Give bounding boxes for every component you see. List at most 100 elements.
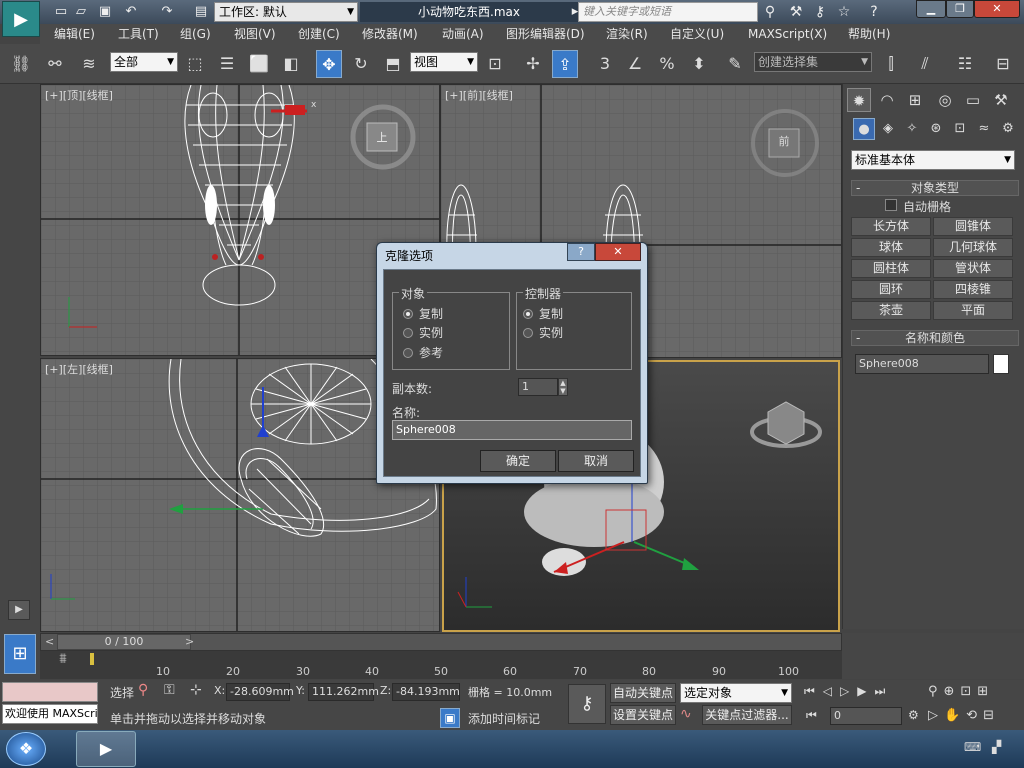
maxscript-input[interactable]: 欢迎使用 MAXScri <box>2 704 98 724</box>
trackbar[interactable]: ⩩ 10 20 30 40 50 60 70 80 90 100 <box>40 651 842 679</box>
search-input[interactable]: 键入关键字或短语 <box>578 2 758 22</box>
dialog-close-button[interactable]: ✕ <box>595 243 641 261</box>
dialog-help-button[interactable]: ? <box>567 243 595 261</box>
favorites-star-icon[interactable]: ☆ <box>834 3 854 21</box>
object-color-swatch[interactable] <box>993 354 1009 374</box>
menu-maxscript[interactable]: MAXScript(X) <box>748 24 827 44</box>
project-folder-icon[interactable]: ▤ <box>192 3 210 21</box>
geometry-icon[interactable]: ● <box>853 118 875 140</box>
key-icon[interactable]: ⚷ <box>810 3 830 21</box>
key-filters-button[interactable]: 关键点过滤器... <box>702 705 792 725</box>
utilities-tab-icon[interactable]: ⚒ <box>989 88 1013 112</box>
name-color-rollout[interactable]: - 名称和颜色 <box>851 330 1019 346</box>
shapes-icon[interactable]: ◈ <box>877 118 899 140</box>
close-button[interactable]: ✕ <box>974 0 1020 18</box>
menu-graph-editors[interactable]: 图形编辑器(D) <box>506 24 585 44</box>
keyboard-shortcut-override-icon[interactable]: ⇪ <box>552 50 578 78</box>
controller-instance-radio[interactable]: 实例 <box>523 324 563 342</box>
maxscript-listener-output[interactable] <box>2 682 98 702</box>
set-key-icon[interactable]: ⚷ <box>568 684 606 724</box>
key-mode-dropdown[interactable]: 选定对象 ▼ <box>680 683 792 703</box>
select-and-rotate-icon[interactable]: ↻ <box>348 50 374 78</box>
angle-snap-icon[interactable]: ∠ <box>622 50 648 78</box>
redo-icon[interactable]: ↷ <box>158 3 176 21</box>
viewcube-front-label[interactable]: 前 <box>776 133 792 149</box>
time-prev-icon[interactable]: < <box>45 634 54 650</box>
workspace-dropdown[interactable]: 工作区: 默认 ▼ <box>214 2 358 22</box>
named-selection-set-dropdown[interactable]: 创建选择集 ▼ <box>754 52 872 72</box>
unlink-icon[interactable]: ⚯ <box>42 50 68 78</box>
time-tag-icon[interactable]: ▣ <box>440 708 460 728</box>
snaps-toggle-icon[interactable]: 3 <box>592 50 618 78</box>
bind-space-warp-icon[interactable]: ≋ <box>76 50 102 78</box>
object-instance-radio[interactable]: 实例 <box>403 324 443 342</box>
display-tab-icon[interactable]: ▭ <box>961 88 985 112</box>
align-icon[interactable]: ⫽ <box>912 50 938 78</box>
save-icon[interactable]: ▣ <box>96 3 114 21</box>
pyramid-button[interactable]: 四棱锥 <box>933 280 1013 299</box>
category-dropdown[interactable]: 标准基本体 ▼ <box>851 150 1015 170</box>
new-file-icon[interactable]: ▭ <box>52 3 70 21</box>
menu-group[interactable]: 组(G) <box>180 24 211 44</box>
object-copy-radio[interactable]: 复制 <box>403 305 443 323</box>
controller-copy-radio[interactable]: 复制 <box>523 305 563 323</box>
spinner-snap-icon[interactable]: ⬍ <box>686 50 712 78</box>
z-coordinate-field[interactable]: -84.193mm <box>392 683 460 701</box>
taskbar-3dsmax-icon[interactable]: ▶ <box>76 731 136 767</box>
clone-name-field[interactable]: Sphere008 <box>392 420 632 440</box>
viewcube-top-label[interactable]: 上 <box>374 129 390 145</box>
expand-track-icon[interactable]: ▶ <box>8 600 30 620</box>
time-config-icon[interactable]: ⚙ <box>908 708 919 722</box>
pivot-center-icon[interactable]: ⊡ <box>482 50 508 78</box>
copies-spinner-icon[interactable]: ▲ ▼ <box>558 378 568 396</box>
select-and-scale-icon[interactable]: ⬒ <box>380 50 406 78</box>
maximize-button[interactable]: ❐ <box>946 0 974 18</box>
cylinder-button[interactable]: 圆柱体 <box>851 259 931 278</box>
autogrid-checkbox[interactable] <box>885 199 897 211</box>
communication-center-icon[interactable]: ⚒ <box>786 3 806 21</box>
systems-icon[interactable]: ⚙ <box>997 118 1019 140</box>
link-icon[interactable]: ⛓ <box>8 50 34 78</box>
viewport-nav-bottom-icons[interactable]: ▷✋⟲⊟ <box>928 708 1000 723</box>
rectangular-selection-icon[interactable]: ⬜ <box>246 50 272 78</box>
sphere-button[interactable]: 球体 <box>851 238 931 257</box>
y-coordinate-field[interactable]: 111.262mm <box>308 683 379 701</box>
tube-button[interactable]: 管状体 <box>933 259 1013 278</box>
x-coordinate-field[interactable]: -28.609mm <box>226 683 294 701</box>
key-mode-toggle-icon[interactable]: ⏮ <box>806 708 817 723</box>
curve-editor-icon[interactable]: ⩩ <box>50 651 76 673</box>
network-tray-icon[interactable]: ▞ <box>992 740 1001 754</box>
cameras-icon[interactable]: ⊛ <box>925 118 947 140</box>
isolate-selection-icon[interactable]: ⚲ <box>138 682 148 698</box>
windows-start-icon[interactable]: ❖ <box>6 732 46 766</box>
viewport-left-label[interactable]: [+][左][线框] <box>45 361 113 377</box>
menu-customize[interactable]: 自定义(U) <box>670 24 724 44</box>
menu-views[interactable]: 视图(V) <box>234 24 276 44</box>
time-slider-thumb[interactable]: 0 / 100 <box>57 634 191 650</box>
menu-tools[interactable]: 工具(T) <box>118 24 159 44</box>
menu-rendering[interactable]: 渲染(R) <box>606 24 648 44</box>
add-time-tag-label[interactable]: 添加时间标记 <box>468 710 540 727</box>
copies-field[interactable]: 1 <box>518 378 558 396</box>
create-tab-icon[interactable]: ✹ <box>847 88 871 112</box>
viewport-front-label[interactable]: [+][前][线框] <box>445 87 513 103</box>
playback-controls-icon[interactable]: ⏮◁▷▶⏭ <box>804 684 893 699</box>
space-warps-icon[interactable]: ≈ <box>973 118 995 140</box>
cone-button[interactable]: 圆锥体 <box>933 217 1013 236</box>
menu-create[interactable]: 创建(C) <box>298 24 340 44</box>
object-reference-radio[interactable]: 参考 <box>403 344 443 362</box>
graphite-tools-icon[interactable]: ⊟ <box>990 50 1016 78</box>
box-button[interactable]: 长方体 <box>851 217 931 236</box>
plane-button[interactable]: 平面 <box>933 301 1013 320</box>
viewport-nav-top-icons[interactable]: ⚲⊕⊡⊞ <box>928 684 994 699</box>
reference-coordinate-dropdown[interactable]: 视图 ▼ <box>410 52 478 72</box>
current-frame-field[interactable]: 0 <box>830 707 902 725</box>
time-slider[interactable]: < 0 / 100 > <box>40 633 842 651</box>
select-and-move-icon[interactable]: ✥ <box>316 50 342 78</box>
minimize-button[interactable]: ▁ <box>916 0 946 18</box>
ok-button[interactable]: 确定 <box>480 450 556 472</box>
help-icon[interactable]: ? <box>864 3 884 21</box>
app-logo-icon[interactable]: ▶ <box>2 1 40 37</box>
lights-icon[interactable]: ✧ <box>901 118 923 140</box>
viewport-layout-icon[interactable]: ⊞ <box>4 634 36 674</box>
